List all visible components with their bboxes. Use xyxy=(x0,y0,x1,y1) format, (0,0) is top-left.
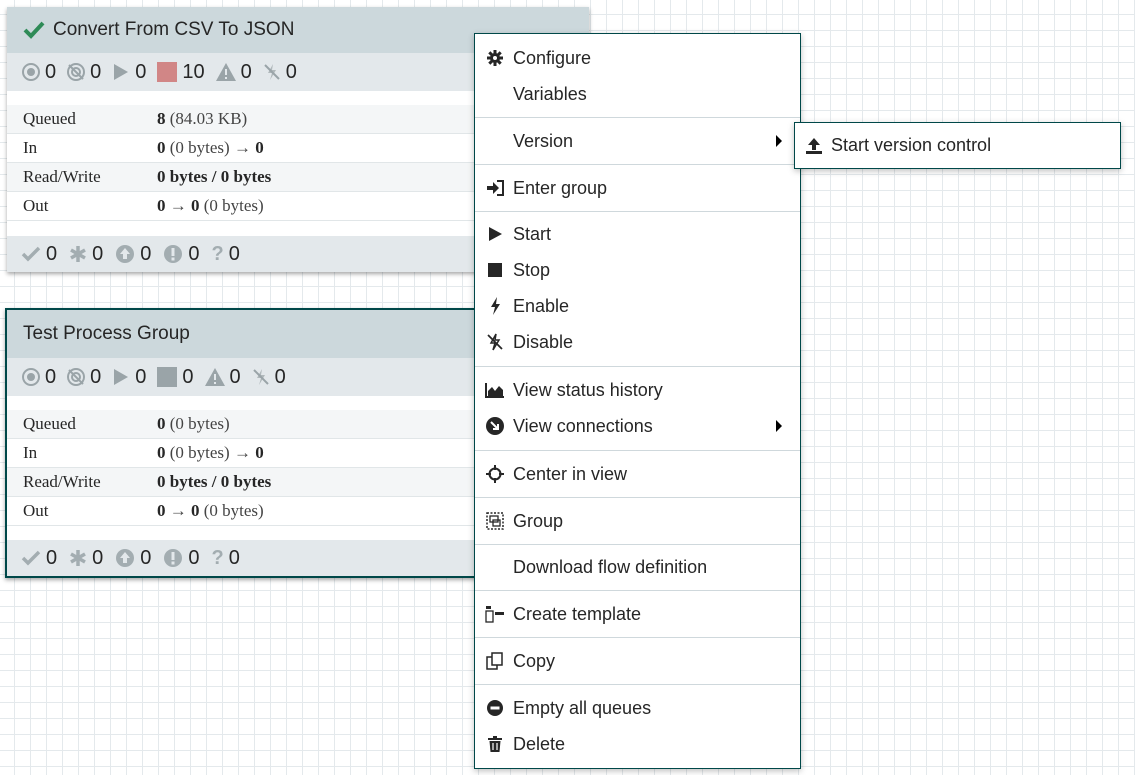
menu-divider xyxy=(475,366,800,367)
submenu-arrow-icon xyxy=(776,420,782,432)
submenu-arrow-icon xyxy=(776,135,782,147)
menu-divider xyxy=(475,164,800,165)
stale-stat: 0 xyxy=(115,243,151,266)
valid-check-icon xyxy=(23,21,45,39)
arrow-circle-up-icon xyxy=(116,549,135,567)
stopped-stat: 10 xyxy=(156,61,205,84)
menu-item-stop[interactable]: Stop xyxy=(475,253,800,287)
transmitting-stat: 0 xyxy=(21,61,56,84)
asterisk-icon xyxy=(70,550,86,566)
not-transmitting-stat: 0 xyxy=(66,366,101,389)
disabled-stat: 0 xyxy=(251,366,286,389)
menu-item-delete[interactable]: Delete xyxy=(475,727,800,761)
transmitting-icon xyxy=(22,368,40,386)
menu-item-group[interactable]: Group xyxy=(475,504,800,538)
menu-item-start-version-control[interactable]: Start version control xyxy=(795,123,1120,168)
crosshairs-icon xyxy=(485,465,505,483)
menu-item-configure[interactable]: Configure xyxy=(475,41,800,75)
menu-item-center-in-view[interactable]: Center in view xyxy=(475,457,800,491)
menu-item-disable[interactable]: Disable xyxy=(475,325,800,359)
not-transmitting-icon xyxy=(67,368,86,386)
process-group-name: Test Process Group xyxy=(23,323,190,344)
stop-icon xyxy=(157,62,178,82)
trash-icon xyxy=(485,736,505,752)
copy-icon xyxy=(485,652,505,670)
sync-failure-stat: 0 xyxy=(163,547,200,570)
check-icon xyxy=(21,550,41,566)
menu-divider xyxy=(475,497,800,498)
area-chart-icon xyxy=(485,382,505,398)
locally-modified-stat: 0 xyxy=(69,547,103,570)
arrow-circle-icon xyxy=(485,417,505,435)
menu-item-version[interactable]: Version xyxy=(475,124,800,158)
stale-stat: 0 xyxy=(115,547,151,570)
play-icon xyxy=(114,369,129,385)
menu-item-enter-group[interactable]: Enter group xyxy=(475,171,800,205)
invalid-stat: 0 xyxy=(215,61,252,84)
template-icon xyxy=(485,605,505,623)
arrow-circle-up-icon xyxy=(116,245,135,263)
exclamation-circle-icon xyxy=(164,549,183,567)
context-menu: Configure Variables Version Enter group … xyxy=(474,33,801,769)
menu-item-variables[interactable]: Variables xyxy=(475,77,800,111)
not-transmitting-icon xyxy=(67,63,86,81)
menu-item-view-status-history[interactable]: View status history xyxy=(475,373,800,407)
menu-item-enable[interactable]: Enable xyxy=(475,289,800,323)
check-icon xyxy=(21,246,41,262)
play-icon xyxy=(114,64,129,80)
process-group-name: Convert From CSV To JSON xyxy=(53,19,295,40)
upload-icon xyxy=(805,137,823,155)
group-icon xyxy=(485,512,505,530)
stop-icon xyxy=(485,262,505,278)
menu-item-view-connections[interactable]: View connections xyxy=(475,409,800,443)
flash-icon xyxy=(485,297,505,315)
play-icon xyxy=(485,226,505,242)
transmitting-stat: 0 xyxy=(21,366,56,389)
up-to-date-stat: 0 xyxy=(21,547,57,570)
transmitting-icon xyxy=(22,63,40,81)
not-transmitting-stat: 0 xyxy=(66,61,101,84)
menu-item-download-flow-definition[interactable]: Download flow definition xyxy=(475,550,800,584)
disable-flash-icon xyxy=(485,333,505,351)
menu-item-copy[interactable]: Copy xyxy=(475,644,800,678)
unknown-stat: ? 0 xyxy=(211,546,240,569)
question-icon: ? xyxy=(211,546,224,569)
sign-in-icon xyxy=(485,180,505,196)
locally-modified-stat: 0 xyxy=(69,243,103,266)
up-to-date-stat: 0 xyxy=(21,243,57,266)
unknown-stat: ? 0 xyxy=(211,242,240,265)
running-stat: 0 xyxy=(111,366,146,389)
menu-divider xyxy=(475,590,800,591)
menu-item-start[interactable]: Start xyxy=(475,217,800,251)
stop-icon xyxy=(157,367,178,387)
menu-divider xyxy=(475,211,800,212)
warning-icon xyxy=(204,368,225,386)
gear-icon xyxy=(485,50,505,66)
menu-divider xyxy=(475,450,800,451)
asterisk-icon xyxy=(70,246,86,262)
menu-divider xyxy=(475,637,800,638)
sync-failure-stat: 0 xyxy=(163,243,200,266)
running-stat: 0 xyxy=(111,61,146,84)
menu-item-create-template[interactable]: Create template xyxy=(475,597,800,631)
invalid-stat: 0 xyxy=(204,366,241,389)
menu-divider xyxy=(475,684,800,685)
exclamation-circle-icon xyxy=(164,245,183,263)
minus-circle-icon xyxy=(485,700,505,716)
menu-item-empty-all-queues[interactable]: Empty all queues xyxy=(475,691,800,725)
warning-icon xyxy=(215,63,236,81)
disabled-icon xyxy=(264,64,280,80)
disabled-icon xyxy=(252,369,269,385)
stopped-stat: 0 xyxy=(156,366,194,389)
menu-divider xyxy=(475,544,800,545)
question-icon: ? xyxy=(211,242,224,265)
menu-divider xyxy=(475,117,800,118)
disabled-stat: 0 xyxy=(262,61,297,84)
version-submenu: Start version control xyxy=(794,122,1121,169)
